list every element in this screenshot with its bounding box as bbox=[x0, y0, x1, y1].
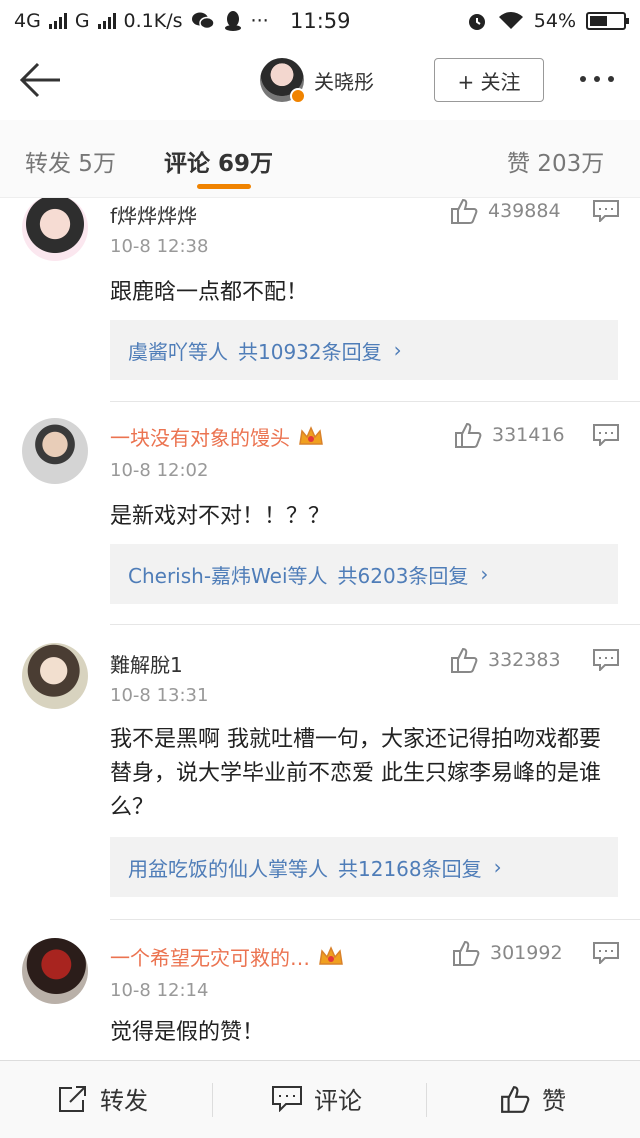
like-button[interactable]: 331416 bbox=[454, 422, 565, 448]
status-left: 4G G 0.1K/s ··· bbox=[14, 10, 466, 32]
status-right: 54% bbox=[466, 10, 629, 32]
wifi-icon bbox=[498, 12, 523, 29]
bottom-action-bar: 转发 评论 赞 bbox=[0, 1060, 640, 1138]
tab-bar: 转发 5万 评论 69万 赞 203万 bbox=[0, 120, 640, 198]
comment-icon[interactable] bbox=[593, 942, 619, 964]
reply-total[interactable]: 共10932条回复 bbox=[238, 336, 382, 365]
comment-icon bbox=[272, 1085, 302, 1112]
tab-likes[interactable]: 赞 203万 bbox=[507, 144, 604, 178]
status-bar: 4G G 0.1K/s ··· 11:59 54% bbox=[0, 0, 640, 42]
divider bbox=[110, 401, 640, 402]
comment-text: 跟鹿晗一点都不配！ bbox=[110, 280, 309, 305]
comment-time: 10-8 12:02 bbox=[110, 460, 209, 481]
qq-icon bbox=[224, 11, 241, 31]
comment-icon[interactable] bbox=[593, 200, 619, 222]
alarm-icon bbox=[468, 14, 485, 30]
repost-label[interactable]: 转发 bbox=[100, 1081, 148, 1116]
network-label-g: G bbox=[74, 10, 90, 32]
like-count: 332383 bbox=[488, 649, 561, 671]
divider bbox=[426, 1083, 427, 1117]
comment-icon[interactable] bbox=[593, 424, 619, 446]
comment-button[interactable]: 评论 bbox=[272, 1081, 362, 1116]
comment-text: 觉得是假的赞！ bbox=[110, 1020, 265, 1045]
thumbs-up-icon bbox=[453, 940, 480, 966]
battery-percent: 54% bbox=[533, 10, 576, 32]
tab-comments[interactable]: 评论 69万 bbox=[164, 144, 273, 178]
reply-users[interactable]: 虞酱吖等人 bbox=[128, 336, 228, 365]
reply-users[interactable]: Cherish-嘉炜Wei等人 bbox=[128, 560, 328, 589]
avatar[interactable] bbox=[22, 643, 88, 709]
battery-level bbox=[590, 16, 607, 26]
commenter-name-text[interactable]: 一个希望无灾可救的… bbox=[110, 946, 310, 970]
chevron-right-icon: › bbox=[393, 338, 402, 362]
reply-total[interactable]: 共12168条回复 bbox=[338, 853, 482, 882]
profile-header[interactable]: 关晓彤 bbox=[260, 58, 374, 104]
like-button[interactable]: 赞 bbox=[500, 1081, 566, 1116]
tab-repost[interactable]: 转发 5万 bbox=[25, 144, 116, 178]
verified-badge-icon bbox=[290, 88, 306, 104]
reply-summary[interactable]: Cherish-嘉炜Wei等人 共6203条回复 › bbox=[110, 544, 618, 604]
thumbs-up-icon bbox=[451, 647, 478, 673]
chevron-right-icon: › bbox=[493, 855, 502, 879]
like-count: 301992 bbox=[490, 942, 563, 964]
avatar[interactable] bbox=[260, 58, 306, 104]
repost-button[interactable]: 转发 bbox=[58, 1081, 148, 1116]
avatar[interactable] bbox=[22, 198, 88, 261]
like-button[interactable]: 332383 bbox=[450, 647, 561, 673]
back-arrow-icon[interactable] bbox=[16, 60, 64, 100]
thumbs-up-icon bbox=[501, 1085, 530, 1113]
more-notifications-icon: ··· bbox=[250, 10, 269, 32]
divider bbox=[110, 919, 640, 920]
follow-button[interactable]: + 关注 bbox=[434, 58, 544, 102]
avatar[interactable] bbox=[22, 938, 88, 1004]
signal-icon bbox=[48, 13, 67, 29]
commenter-name[interactable]: 一个希望无灾可救的… bbox=[110, 942, 344, 971]
thumbs-up-icon bbox=[451, 198, 478, 224]
commenter-name[interactable]: 一块没有对象的馒头 bbox=[110, 422, 324, 451]
user-name[interactable]: 关晓彤 bbox=[314, 66, 374, 95]
network-speed: 0.1K/s bbox=[123, 10, 183, 32]
commenter-name-text[interactable]: 一块没有对象的馒头 bbox=[110, 426, 290, 450]
reply-summary[interactable]: 用盆吃饭的仙人掌等人 共12168条回复 › bbox=[110, 837, 618, 897]
like-button[interactable]: 439884 bbox=[450, 198, 561, 224]
comment-time: 10-8 12:14 bbox=[110, 980, 209, 1001]
comment-label[interactable]: 评论 bbox=[314, 1081, 362, 1116]
divider bbox=[110, 624, 640, 625]
comment-text: 我不是黑啊 我就吐槽一句，大家还记得拍吻戏都要替身，说大学毕业前不恋爱 此生只嫁… bbox=[110, 727, 601, 820]
comment-text: 是新戏对不对！！？？ bbox=[110, 504, 331, 529]
commenter-name[interactable]: 難解脫1 bbox=[110, 649, 183, 678]
crown-icon bbox=[299, 426, 323, 445]
crown-icon bbox=[319, 946, 343, 965]
divider bbox=[212, 1083, 213, 1117]
comment-time: 10-8 13:31 bbox=[110, 685, 209, 706]
signal-icon-2 bbox=[97, 13, 116, 29]
comment-time: 10-8 12:38 bbox=[110, 236, 209, 257]
reply-users[interactable]: 用盆吃饭的仙人掌等人 bbox=[128, 853, 328, 882]
avatar[interactable] bbox=[22, 418, 88, 484]
reply-summary[interactable]: 虞酱吖等人 共10932条回复 › bbox=[110, 320, 618, 380]
network-label-4g: 4G bbox=[14, 10, 41, 32]
more-icon[interactable] bbox=[580, 76, 614, 82]
battery-icon bbox=[586, 12, 629, 30]
reply-total[interactable]: 共6203条回复 bbox=[338, 560, 469, 589]
wechat-icon bbox=[191, 12, 215, 30]
like-label[interactable]: 赞 bbox=[542, 1081, 566, 1116]
active-tab-indicator bbox=[197, 184, 251, 189]
like-button[interactable]: 301992 bbox=[452, 940, 563, 966]
share-icon bbox=[59, 1085, 86, 1112]
comment-icon[interactable] bbox=[593, 649, 619, 671]
like-count: 439884 bbox=[488, 200, 561, 222]
comment-list[interactable]: f烨烨烨烨 439884 10-8 12:38 跟鹿晗一点都不配！ 虞酱吖等人 … bbox=[0, 198, 640, 1060]
commenter-name[interactable]: f烨烨烨烨 bbox=[110, 200, 197, 229]
nav-bar: 关晓彤 + 关注 bbox=[0, 42, 640, 120]
status-time: 11:59 bbox=[290, 9, 351, 33]
like-count: 331416 bbox=[492, 424, 565, 446]
chevron-right-icon: › bbox=[480, 562, 489, 586]
thumbs-up-icon bbox=[455, 422, 482, 448]
